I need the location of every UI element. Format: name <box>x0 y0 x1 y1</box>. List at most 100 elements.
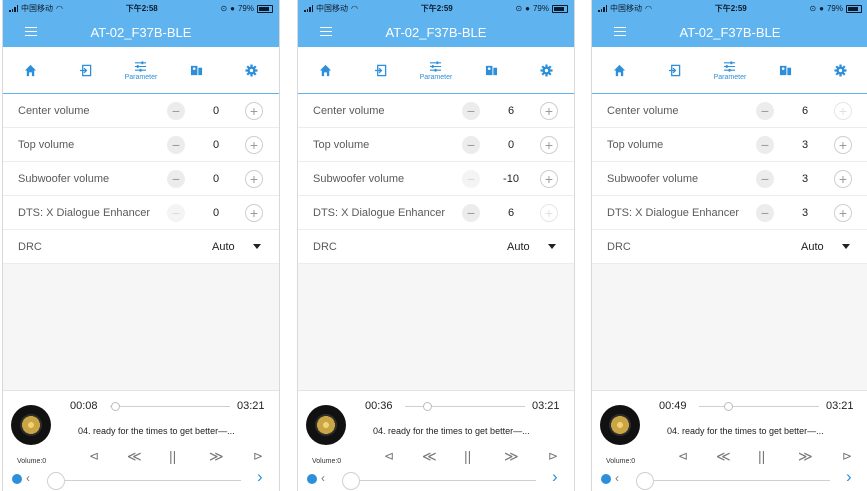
menu-icon[interactable] <box>25 27 37 36</box>
subwoofer-volume-value: 3 <box>801 172 809 185</box>
top-volume-increase-button[interactable]: + <box>245 136 263 154</box>
chevron-left-icon[interactable]: ‹ <box>26 471 30 485</box>
speaker-icon[interactable] <box>601 474 611 484</box>
tab-parameter[interactable]: Parameter <box>119 60 163 81</box>
next-track-icon[interactable]: ⊳ <box>253 449 263 463</box>
progress-knob[interactable] <box>422 402 432 411</box>
chevron-right-icon[interactable]: › <box>257 467 263 487</box>
chevron-right-icon[interactable]: › <box>552 467 558 487</box>
top-volume-decrease-button[interactable]: − <box>756 136 774 154</box>
center-volume-decrease-button[interactable]: − <box>462 102 480 120</box>
chevron-down-icon[interactable] <box>548 244 556 249</box>
album-disc-icon <box>600 405 640 445</box>
tab-speakers[interactable] <box>763 64 807 77</box>
pause-icon[interactable]: || <box>169 449 176 463</box>
signal-icon <box>9 5 18 12</box>
tab-parameter[interactable]: Parameter <box>414 60 458 81</box>
dts-dialogue-decrease-button[interactable]: − <box>167 204 185 222</box>
drc-select-value[interactable]: Auto <box>212 241 235 253</box>
fast-forward-icon[interactable]: ≫ <box>504 449 519 463</box>
fast-forward-icon[interactable]: ≫ <box>209 449 224 463</box>
dts-dialogue-value: 0 <box>212 206 220 219</box>
subwoofer-volume-decrease-button[interactable]: − <box>167 170 185 188</box>
dts-dialogue-increase-button[interactable]: + <box>540 204 558 222</box>
pause-icon[interactable]: || <box>464 449 471 463</box>
chevron-down-icon[interactable] <box>253 244 261 249</box>
alarm-icon: ● <box>525 4 530 13</box>
menu-icon[interactable] <box>614 27 626 36</box>
subwoofer-volume-decrease-button[interactable]: − <box>756 170 774 188</box>
menu-icon[interactable] <box>320 27 332 36</box>
fast-forward-icon[interactable]: ≫ <box>798 449 813 463</box>
pause-icon[interactable]: || <box>758 449 765 463</box>
center-volume-value: 6 <box>801 104 809 117</box>
dts-dialogue-decrease-button[interactable]: − <box>756 204 774 222</box>
previous-track-icon[interactable]: ⊲ <box>678 449 688 463</box>
tab-input[interactable] <box>359 64 403 77</box>
subwoofer-volume-increase-button[interactable]: + <box>834 170 852 188</box>
dts-dialogue-row: DTS: X Dialogue Enhancer − 3 + <box>592 196 867 230</box>
subwoofer-volume-value: -10 <box>503 172 519 185</box>
progress-slider[interactable] <box>405 402 525 411</box>
progress-knob[interactable] <box>110 402 120 411</box>
tab-input[interactable] <box>653 64 697 77</box>
speaker-icon[interactable] <box>307 474 317 484</box>
subwoofer-volume-decrease-button[interactable]: − <box>462 170 480 188</box>
tab-home[interactable] <box>9 64 53 77</box>
previous-track-icon[interactable]: ⊲ <box>89 449 99 463</box>
top-volume-decrease-button[interactable]: − <box>462 136 480 154</box>
top-volume-increase-button[interactable]: + <box>540 136 558 154</box>
drc-row[interactable]: DRC Auto <box>592 230 867 264</box>
drc-select-value[interactable]: Auto <box>801 241 824 253</box>
status-bar: 中国移动 ◠ 下午2:58 ⊙ ● 79% <box>3 0 279 17</box>
chevron-left-icon[interactable]: ‹ <box>615 471 619 485</box>
center-volume-increase-button[interactable]: + <box>834 102 852 120</box>
tab-home[interactable] <box>304 64 348 77</box>
volume-slider[interactable] <box>47 480 241 481</box>
alarm-icon: ● <box>230 4 235 13</box>
top-volume-increase-button[interactable]: + <box>834 136 852 154</box>
chevron-left-icon[interactable]: ‹ <box>321 471 325 485</box>
tab-home[interactable] <box>598 64 642 77</box>
tab-speakers[interactable] <box>174 64 218 77</box>
dts-dialogue-increase-button[interactable]: + <box>245 204 263 222</box>
tab-speakers[interactable] <box>469 64 513 77</box>
rewind-icon[interactable]: ≪ <box>716 449 731 463</box>
volume-slider[interactable] <box>636 480 830 481</box>
progress-knob[interactable] <box>723 402 733 411</box>
center-volume-decrease-button[interactable]: − <box>167 102 185 120</box>
subwoofer-volume-increase-button[interactable]: + <box>245 170 263 188</box>
tab-settings[interactable] <box>524 63 568 77</box>
center-volume-decrease-button[interactable]: − <box>756 102 774 120</box>
lock-rotation-icon: ⊙ <box>220 4 228 13</box>
app-header: AT-02_F37B-BLE <box>3 17 279 47</box>
top-volume-value: 3 <box>801 138 809 151</box>
tab-input[interactable] <box>64 64 108 77</box>
volume-knob[interactable] <box>342 472 360 490</box>
drc-row[interactable]: DRC Auto <box>298 230 574 264</box>
dts-dialogue-decrease-button[interactable]: − <box>462 204 480 222</box>
center-volume-increase-button[interactable]: + <box>245 102 263 120</box>
chevron-right-icon[interactable]: › <box>846 467 852 487</box>
next-track-icon[interactable]: ⊳ <box>842 449 852 463</box>
rewind-icon[interactable]: ≪ <box>422 449 437 463</box>
volume-slider[interactable] <box>342 480 536 481</box>
top-volume-decrease-button[interactable]: − <box>167 136 185 154</box>
drc-select-value[interactable]: Auto <box>507 241 530 253</box>
speaker-icon[interactable] <box>12 474 22 484</box>
dts-dialogue-increase-button[interactable]: + <box>834 204 852 222</box>
next-track-icon[interactable]: ⊳ <box>548 449 558 463</box>
progress-slider[interactable] <box>110 402 230 411</box>
previous-track-icon[interactable]: ⊲ <box>384 449 394 463</box>
volume-knob[interactable] <box>47 472 65 490</box>
tab-parameter[interactable]: Parameter <box>708 60 752 81</box>
volume-knob[interactable] <box>636 472 654 490</box>
chevron-down-icon[interactable] <box>842 244 850 249</box>
tab-settings[interactable] <box>818 63 862 77</box>
drc-row[interactable]: DRC Auto <box>3 230 279 264</box>
subwoofer-volume-increase-button[interactable]: + <box>540 170 558 188</box>
tab-settings[interactable] <box>229 63 273 77</box>
rewind-icon[interactable]: ≪ <box>127 449 142 463</box>
progress-slider[interactable] <box>699 402 819 411</box>
center-volume-increase-button[interactable]: + <box>540 102 558 120</box>
